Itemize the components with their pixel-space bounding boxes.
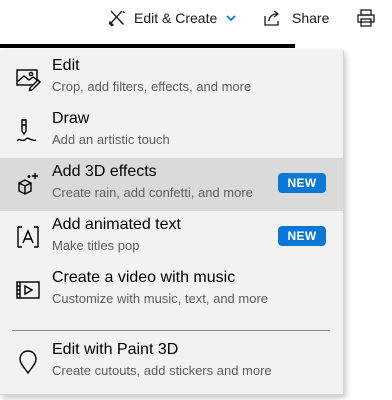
share-label: Share bbox=[292, 10, 330, 26]
menu-item-paint-3d[interactable]: Edit with Paint 3D Create cutouts, add s… bbox=[0, 336, 343, 389]
menu-item-edit[interactable]: Edit Crop, add filters, effects, and mor… bbox=[0, 52, 343, 105]
share-button[interactable]: Share bbox=[262, 0, 329, 36]
menu-separator bbox=[12, 330, 330, 331]
top-toolbar: Edit & Create Share bbox=[0, 0, 392, 44]
menu-item-title: Create a video with music bbox=[52, 269, 236, 286]
pen-draw-icon bbox=[16, 119, 37, 142]
menu-item-title: Add 3D effects bbox=[52, 163, 157, 180]
print-button[interactable] bbox=[356, 0, 376, 36]
menu-item-add-3d-effects[interactable]: Add 3D effects Create rain, add confetti… bbox=[0, 158, 343, 211]
new-badge: NEW bbox=[278, 173, 326, 193]
menu-item-subtitle: Customize with music, text, and more bbox=[52, 291, 269, 306]
video-music-icon bbox=[16, 281, 40, 299]
menu-item-subtitle: Crop, add filters, effects, and more bbox=[52, 79, 252, 94]
menu-item-title: Edit bbox=[52, 57, 80, 74]
edit-create-button[interactable]: Edit & Create bbox=[108, 0, 237, 36]
menu-item-add-animated-text[interactable]: Add animated text Make titles pop NEW bbox=[0, 211, 343, 264]
edit-create-menu: Edit Crop, add filters, effects, and mor… bbox=[0, 50, 344, 395]
menu-item-draw[interactable]: Draw Add an artistic touch bbox=[0, 105, 343, 158]
image-edit-icon bbox=[16, 69, 41, 92]
menu-item-subtitle: Create rain, add confetti, and more bbox=[52, 185, 253, 200]
menu-item-subtitle: Add an artistic touch bbox=[52, 132, 170, 147]
menu-item-subtitle: Make titles pop bbox=[52, 238, 140, 253]
chevron-down-icon[interactable] bbox=[225, 12, 237, 24]
paint-3d-icon bbox=[19, 350, 37, 375]
edit-create-label: Edit & Create bbox=[134, 10, 218, 26]
menu-item-title: Edit with Paint 3D bbox=[52, 341, 179, 358]
share-icon bbox=[264, 10, 280, 26]
animated-text-icon bbox=[17, 226, 39, 248]
menu-item-subtitle: Create cutouts, add stickers and more bbox=[52, 363, 272, 378]
menu-item-title: Draw bbox=[52, 110, 90, 127]
dark-strip bbox=[0, 44, 295, 48]
print-icon bbox=[357, 9, 375, 27]
menu-item-title: Add animated text bbox=[52, 216, 181, 233]
magic-brush-icon bbox=[108, 10, 125, 27]
menu-item-create-video[interactable]: Create a video with music Customize with… bbox=[0, 264, 343, 317]
new-badge: NEW bbox=[278, 226, 326, 246]
3d-effects-icon bbox=[18, 173, 38, 195]
